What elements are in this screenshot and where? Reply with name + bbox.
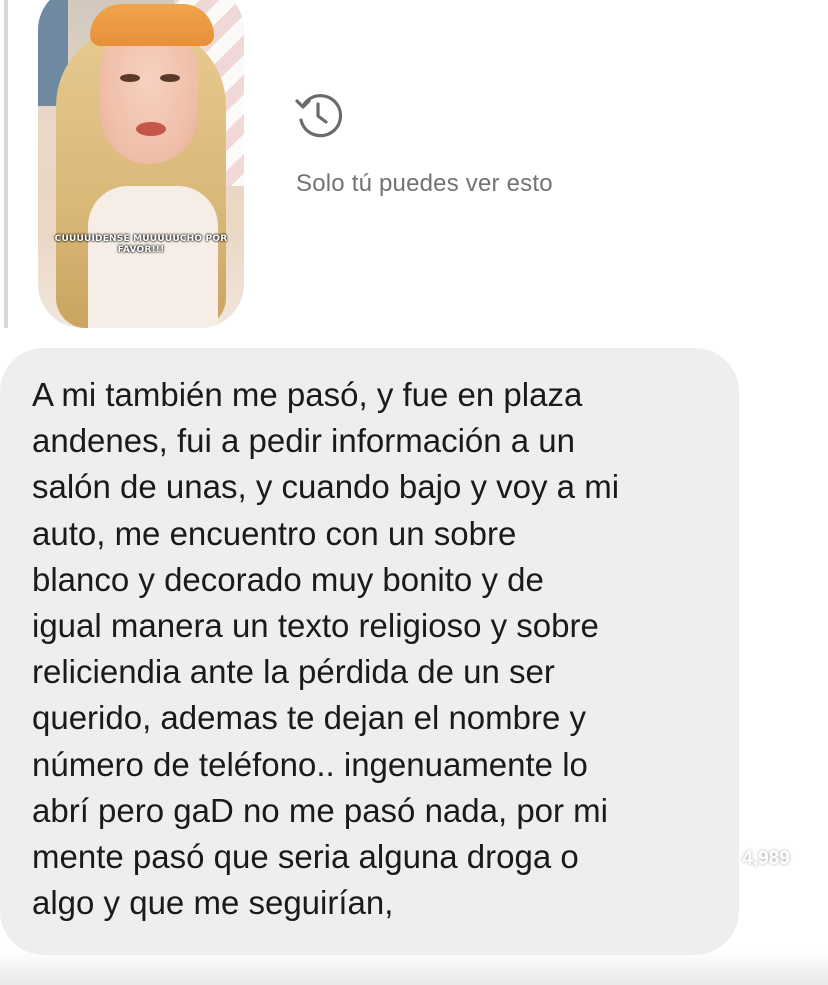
story-caption: CUUUUIDENSE MUUUUUCHO POR FAVOR!!! (54, 234, 228, 255)
screen: CUUUUIDENSE MUUUUUCHO POR FAVOR!!! Solo … (0, 0, 828, 985)
message-text: A mi también me pasó, y fue en plaza and… (32, 376, 620, 922)
thumbnail-eye (160, 74, 180, 82)
heart-icon[interactable] (738, 772, 796, 828)
thumbnail-lips (136, 122, 166, 136)
bottom-fade (0, 951, 828, 985)
history-icon (295, 94, 343, 138)
thumbnail-shirt (88, 186, 218, 328)
reply-thread-line (4, 0, 8, 328)
thumbnail-eye (120, 74, 140, 82)
thumbnail-headband (90, 4, 214, 46)
story-reply-thumbnail[interactable]: CUUUUIDENSE MUUUUUCHO POR FAVOR!!! (38, 0, 244, 328)
like-count: 4,989 (742, 848, 790, 869)
visibility-notice: Solo tú puedes ver esto (296, 170, 553, 197)
